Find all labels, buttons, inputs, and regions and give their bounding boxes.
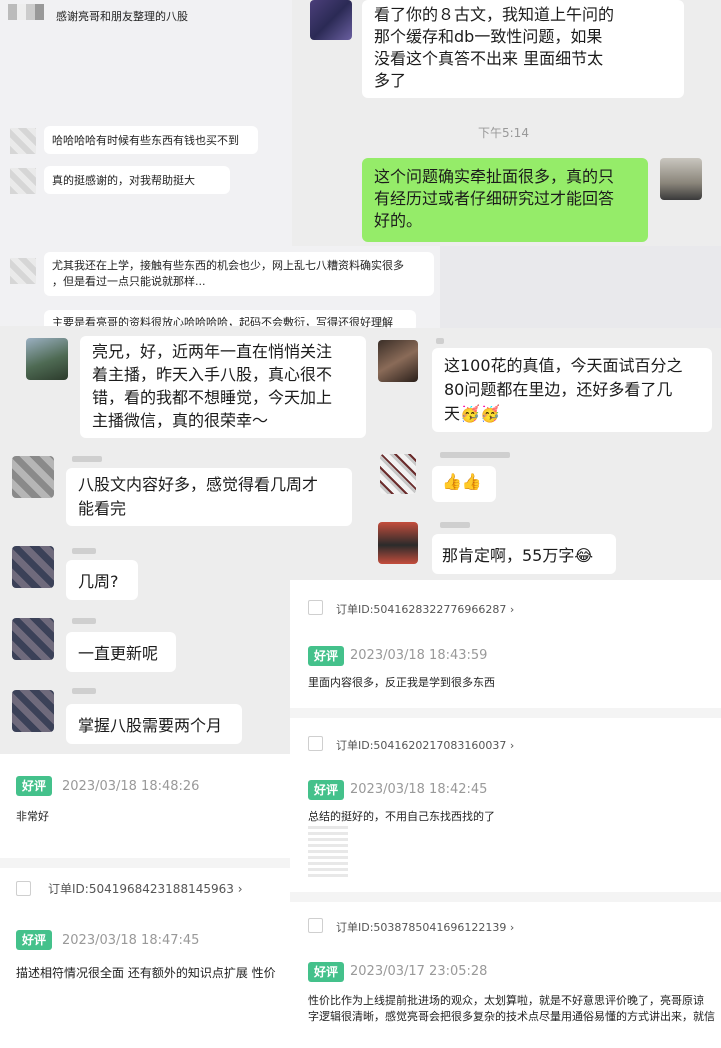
chat-message: 八股文内容好多，感觉得看几周才 [78, 475, 319, 494]
chat-message: 几周? [78, 572, 119, 591]
order-checkbox[interactable] [16, 881, 31, 896]
review-date: 2023/03/18 18:43:59 [350, 648, 488, 663]
chat-message: 这100花的真值，今天面试百分之 [444, 356, 683, 375]
order-id-link[interactable]: 订单ID:5038785041696122139 › [336, 919, 514, 935]
incoming-bubble: 看了你的８古文，我知道上午问的 那个缓存和db一致性问题，如果 没看这个真答不出… [362, 0, 684, 98]
chat-bubble: 真的挺感谢的，对我帮助挺大 [44, 166, 230, 194]
review-date: 2023/03/18 18:48:26 [62, 779, 200, 794]
chat-message: 那肯定啊，55万字 [442, 546, 575, 565]
chat-message: 这个问题确实牵扯面很多，真的只 [374, 167, 615, 186]
incoming-bubble: 八股文内容好多，感觉得看几周才 能看完 [66, 468, 352, 526]
mid-right-chat-panel: 这100花的真值，今天面试百分之 80问题都在里边，还好多看了几 天🥳🥳 👍👍 … [366, 328, 721, 580]
chat-bubble: 哈哈哈哈有时候有些东西有钱也买不到 [44, 126, 258, 154]
avatar [12, 546, 54, 588]
incoming-bubble: 几周? [66, 560, 138, 600]
top-left-chat-panel-2: 尤其我还在上学，接触有些东西的机会也少，网上乱七八糟资料确实很多 ，但是看过一点… [0, 244, 440, 334]
avatar [660, 158, 702, 200]
chat-message: 主播微信，真的很荣幸～ [92, 411, 269, 430]
chat-message: 多了 [374, 71, 407, 90]
divider [0, 858, 290, 868]
chat-message: 错，看的我都不想睡觉，今天加上 [92, 388, 333, 407]
avatar-mosaic [10, 128, 36, 154]
sender-name-blurred [440, 522, 470, 528]
chat-message: 80问题都在里边，还好多看了几 [444, 380, 673, 399]
sender-name-blurred [440, 452, 510, 458]
avatar [378, 340, 418, 382]
sender-name-blurred [436, 338, 444, 344]
chat-message: ，但是看过一点只能说就那样... [52, 275, 206, 288]
sender-name-blurred [72, 548, 96, 554]
incoming-bubble: 这100花的真值，今天面试百分之 80问题都在里边，还好多看了几 天🥳🥳 [432, 348, 712, 432]
timestamp: 下午5:14 [478, 126, 529, 140]
chat-bubble: 尤其我还在上学，接触有些东西的机会也少，网上乱七八糟资料确实很多 ，但是看过一点… [44, 252, 434, 296]
top-right-chat-panel: 看了你的８古文，我知道上午问的 那个缓存和db一致性问题，如果 没看这个真答不出… [292, 0, 721, 246]
laughing-emoji-icon: 😂 [574, 546, 594, 565]
review-date: 2023/03/18 18:42:45 [350, 782, 488, 797]
chat-message: 掌握八股需要两个月 [78, 716, 223, 735]
review-text: 总结的挺好的，不用自己东找西找的了 [308, 810, 495, 823]
incoming-bubble: 一直更新呢 [66, 632, 176, 672]
incoming-bubble: 👍👍 [432, 466, 496, 502]
order-checkbox[interactable] [308, 736, 323, 751]
chat-message: 尤其我还在上学，接触有些东西的机会也少，网上乱七八糟资料确实很多 [52, 259, 404, 272]
avatar [12, 690, 54, 732]
chat-message: 着主播，昨天入手八股，真心很不 [92, 365, 333, 384]
outgoing-bubble: 这个问题确实牵扯面很多，真的只 有经历过或者仔细研究过才能回答 好的。 [362, 158, 648, 242]
avatar [310, 0, 352, 40]
review-text: 性价比作为上线提前批进场的观众，太划算啦，就是不好意思评价晚了，亮哥原谅 [308, 994, 704, 1007]
sender-name-blurred [72, 456, 102, 462]
review-text: 字逻辑很清晰，感觉亮哥会把很多复杂的技术点尽量用通俗易懂的方式讲出来，就信 [308, 1010, 715, 1023]
order-checkbox[interactable] [308, 918, 323, 933]
thumbs-up-icon: 👍👍 [442, 472, 482, 491]
incoming-bubble: 那肯定啊，55万字😂 [432, 534, 616, 574]
chat-message: 天 [444, 404, 461, 423]
right-reviews-panel: 订单ID:5041628322776966287 › 好评 2023/03/18… [290, 580, 721, 1048]
chat-message: 能看完 [78, 499, 127, 518]
avatar-mosaic [10, 168, 36, 194]
good-review-tag: 好评 [308, 646, 345, 666]
chat-message: 真的挺感谢的，对我帮助挺大 [52, 174, 195, 187]
left-reviews-panel: 好评 2023/03/18 18:48:26 非常好 订单ID:50419684… [0, 754, 290, 1048]
party-emoji-icon: 🥳🥳 [460, 404, 500, 423]
order-id-link[interactable]: 订单ID:5041968423188145963 › [48, 880, 243, 897]
chat-message: 好的。 [374, 211, 423, 230]
chat-message: 看了你的８古文，我知道上午问的 [374, 5, 615, 24]
avatar [380, 454, 416, 494]
avatar [26, 338, 68, 380]
good-review-tag: 好评 [308, 962, 345, 982]
avatar [12, 618, 54, 660]
review-date: 2023/03/17 23:05:28 [350, 964, 488, 979]
good-review-tag: 好评 [16, 930, 53, 950]
avatar-mosaic [10, 258, 36, 284]
good-review-tag: 好评 [308, 780, 345, 800]
review-date: 2023/03/18 18:47:45 [62, 933, 200, 948]
chat-message: 没看这个真答不出来 里面细节太 [374, 49, 604, 68]
chat-message: 那个缓存和db一致性问题，如果 [374, 27, 603, 46]
chat-header-text: 感谢亮哥和朋友整理的八股 [56, 10, 188, 23]
divider [290, 708, 721, 718]
sender-name-blurred [72, 618, 96, 624]
order-id-link[interactable]: 订单ID:5041620217083160037 › [336, 737, 514, 753]
review-text: 描述相符情况很全面 还有额外的知识点扩展 性价 [16, 966, 276, 980]
good-review-tag: 好评 [16, 776, 53, 796]
review-text: 非常好 [16, 810, 49, 823]
chat-message: 亮兄，好，近两年一直在悄悄关注 [92, 342, 333, 361]
chat-message: 哈哈哈哈有时候有些东西有钱也买不到 [52, 134, 239, 147]
order-id-link[interactable]: 订单ID:5041628322776966287 › [336, 601, 514, 617]
incoming-bubble: 亮兄，好，近两年一直在悄悄关注 着主播，昨天入手八股，真心很不 错，看的我都不想… [80, 336, 366, 438]
sender-name-blurred [72, 688, 96, 694]
chat-message: 有经历过或者仔细研究过才能回答 [374, 189, 615, 208]
avatar [12, 456, 54, 498]
review-text: 里面内容很多，反正我是学到很多东西 [308, 676, 495, 689]
review-image-thumbnail [308, 826, 348, 880]
avatar [378, 522, 418, 564]
avatar-mosaic [8, 4, 44, 20]
divider [290, 892, 721, 902]
order-checkbox[interactable] [308, 600, 323, 615]
incoming-bubble: 掌握八股需要两个月 [66, 704, 242, 744]
chat-message: 一直更新呢 [78, 644, 159, 663]
